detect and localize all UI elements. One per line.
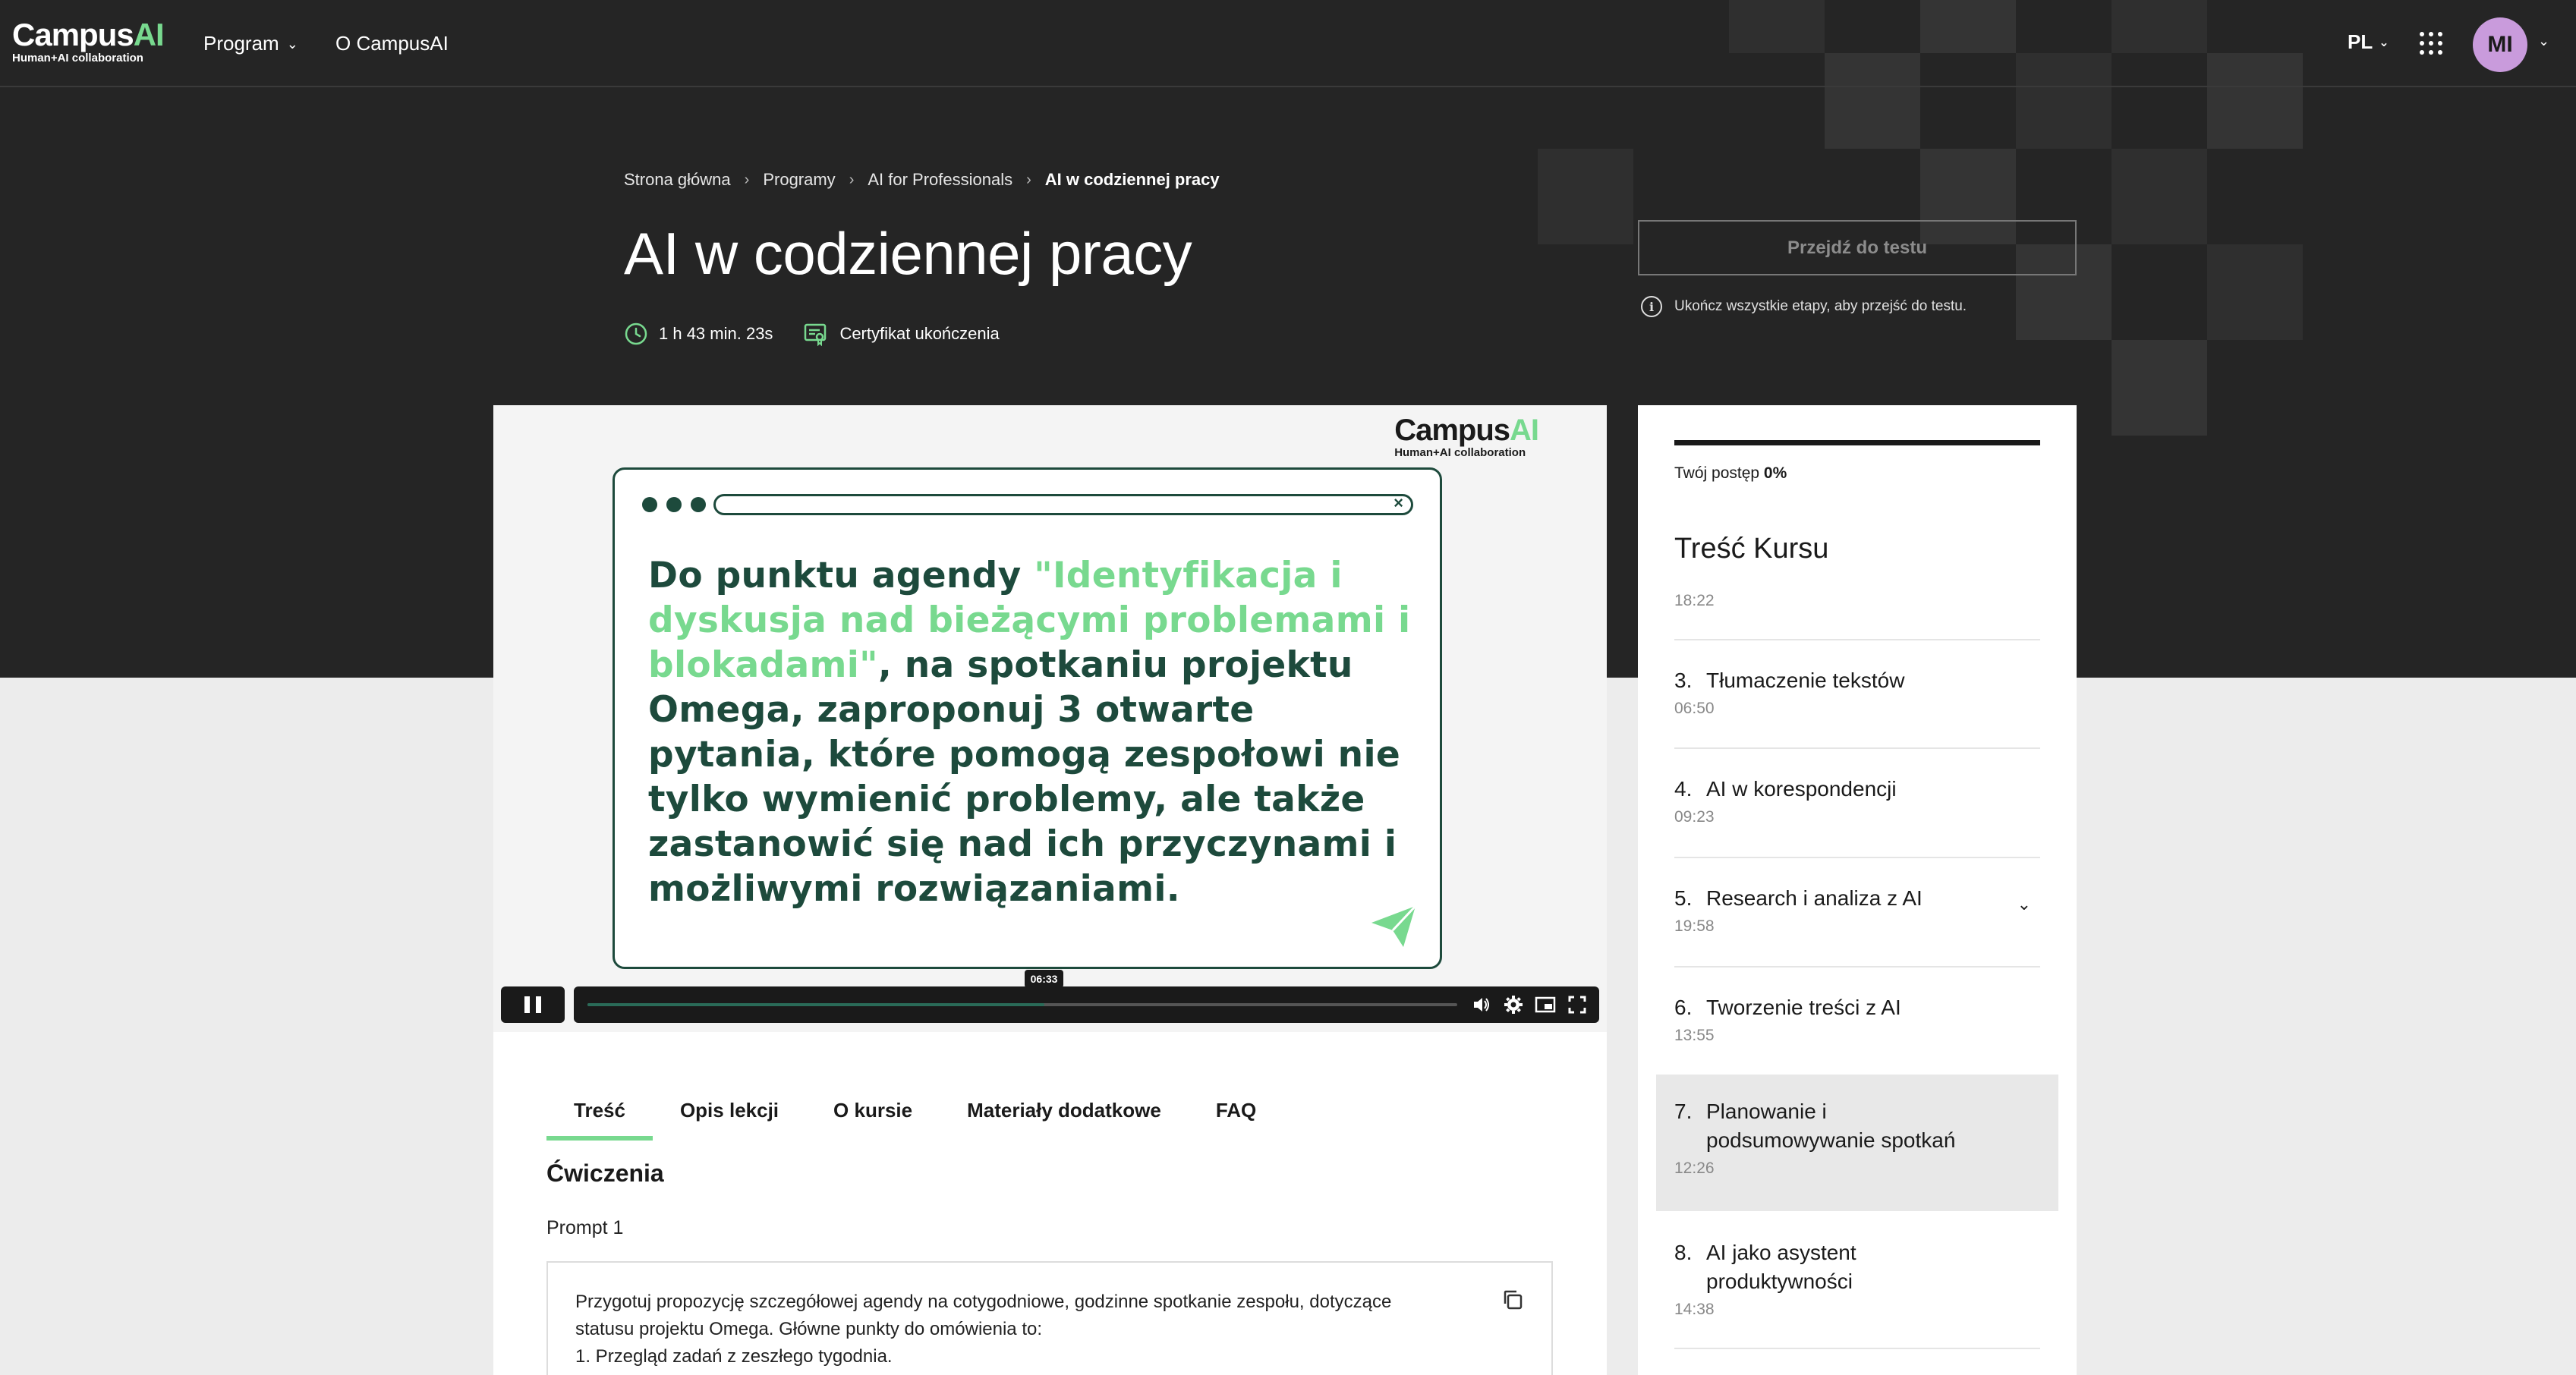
course-duration: 1 h 43 min. 23s [659, 324, 773, 343]
course-sidebar: Twój postęp 0% Treść Kursu 18:22 3. Tłuma… [1638, 405, 2077, 1375]
chevron-down-icon[interactable]: ⌄ [2017, 895, 2031, 914]
current-time-tooltip: 06:33 [1024, 970, 1064, 988]
tab-content[interactable]: Treść [546, 1093, 653, 1141]
send-icon [1371, 905, 1417, 947]
breadcrumb-current: AI w codziennej pracy [1044, 170, 1220, 189]
prompt-line: 1. Przegląd zadań z zeszłego tygodnia. [575, 1346, 893, 1367]
sidebar-item-translation[interactable]: 3. Tłumaczenie tekstów 06:50 [1656, 666, 2058, 718]
divider [1674, 966, 2040, 968]
info-icon: i [1641, 296, 1662, 317]
video-watermark-logo: CampusAI Human+AI collaboration [1394, 414, 1539, 459]
settings-gear-icon[interactable] [1502, 993, 1525, 1016]
chevron-down-icon: ⌄ [286, 36, 298, 52]
tab-about-course[interactable]: O kursie [806, 1093, 940, 1141]
volume-icon[interactable] [1470, 993, 1493, 1016]
pause-button[interactable] [501, 986, 565, 1023]
prompt-box: Przygotuj propozycję szczegółowej agendy… [546, 1261, 1553, 1375]
page-title: AI w codziennej pracy [624, 220, 1192, 287]
apps-grid-icon[interactable] [2420, 32, 2442, 55]
chevron-right-icon: › [744, 171, 750, 188]
sidebar-item-correspondence[interactable]: 4. AI w korespondencji 09:23 [1656, 775, 2058, 826]
breadcrumb-program[interactable]: AI for Professionals [868, 170, 1012, 190]
certificate-label: Certyfikat ukończenia [839, 324, 1000, 343]
sidebar-item-productivity[interactable]: 8. AI jako asystent produktywności 14:38 [1656, 1238, 2058, 1319]
divider [1674, 857, 2040, 858]
chevron-right-icon: › [849, 171, 855, 188]
prompt-line: Przygotuj propozycję szczegółowej agendy… [575, 1292, 1392, 1312]
copy-icon[interactable] [1501, 1288, 1524, 1311]
video-controls: 06:33 [501, 970, 1599, 1023]
top-navigation: CampusAI Human+AI collaboration Program ⌄… [0, 0, 2576, 87]
exercises-heading: Ćwiczenia [546, 1159, 664, 1187]
tab-faq[interactable]: FAQ [1189, 1093, 1283, 1141]
picture-in-picture-icon[interactable] [1534, 993, 1557, 1016]
nav-about-link[interactable]: O CampusAI [335, 30, 449, 56]
sidebar-item-research[interactable]: 5. Research i analiza z AI 19:58 ⌄ [1656, 884, 2058, 936]
sidebar-title: Treść Kursu [1674, 533, 1829, 565]
window-dots-icon [642, 497, 706, 512]
course-meta: 1 h 43 min. 23s Certyfikat ukończenia [624, 322, 1000, 346]
chevron-right-icon: › [1026, 171, 1031, 188]
prompt-line: statusu projektu Omega. Główne punkty do… [575, 1319, 1042, 1339]
tab-lesson-description[interactable]: Opis lekcji [653, 1093, 806, 1141]
divider [1674, 747, 2040, 749]
test-hint: i Ukończ wszystkie etapy, aby przejść do… [1641, 296, 1967, 317]
campusai-logo[interactable]: CampusAI Human+AI collaboration [12, 18, 165, 65]
prompt-label: Prompt 1 [546, 1217, 624, 1238]
chevron-down-icon[interactable]: ⌄ [2538, 33, 2549, 49]
progress-text: Twój postęp 0% [1674, 464, 1787, 482]
sidebar-item-content-creation[interactable]: 6. Tworzenie treści z AI 13:55 [1656, 993, 2058, 1045]
video-control-bar: 06:33 [574, 970, 1599, 1023]
sidebar-total-duration: 18:22 [1674, 592, 1715, 609]
go-to-test-button[interactable]: Przejdź do testu [1638, 220, 2077, 275]
certificate-icon [805, 323, 827, 346]
clock-icon [625, 323, 647, 345]
progress-bar [1674, 440, 2040, 445]
user-avatar[interactable]: MI [2473, 17, 2527, 72]
nav-program-dropdown[interactable]: Program ⌄ [203, 30, 298, 57]
language-selector[interactable]: PL ⌄ [2348, 30, 2389, 54]
divider [1674, 639, 2040, 640]
video-seek-bar[interactable] [587, 1003, 1457, 1006]
close-icon: × [1393, 493, 1403, 512]
chevron-down-icon: ⌄ [2379, 36, 2389, 49]
url-bar: × [713, 493, 1413, 515]
video-browser-frame: × Do punktu agendy "Identyfikacja i dysk… [613, 467, 1442, 969]
fullscreen-icon[interactable] [1566, 993, 1589, 1016]
sidebar-item-meetings[interactable]: 7. Planowanie i podsumowywanie spotkań 12… [1656, 1075, 2058, 1211]
video-prompt-text: Do punktu agendy "Identyfikacja i dyskus… [648, 555, 1411, 910]
divider [1674, 1348, 2040, 1349]
breadcrumb-home[interactable]: Strona główna [624, 170, 731, 190]
breadcrumb-programs[interactable]: Programy [763, 170, 835, 190]
tab-additional-materials[interactable]: Materiały dodatkowe [940, 1093, 1189, 1141]
video-player[interactable]: CampusAI Human+AI collaboration × Do pun… [493, 405, 1607, 1032]
breadcrumb: Strona główna › Programy › AI for Profes… [624, 170, 1220, 190]
lesson-tabs: Treść Opis lekcji O kursie Materiały dod… [546, 1093, 1283, 1141]
